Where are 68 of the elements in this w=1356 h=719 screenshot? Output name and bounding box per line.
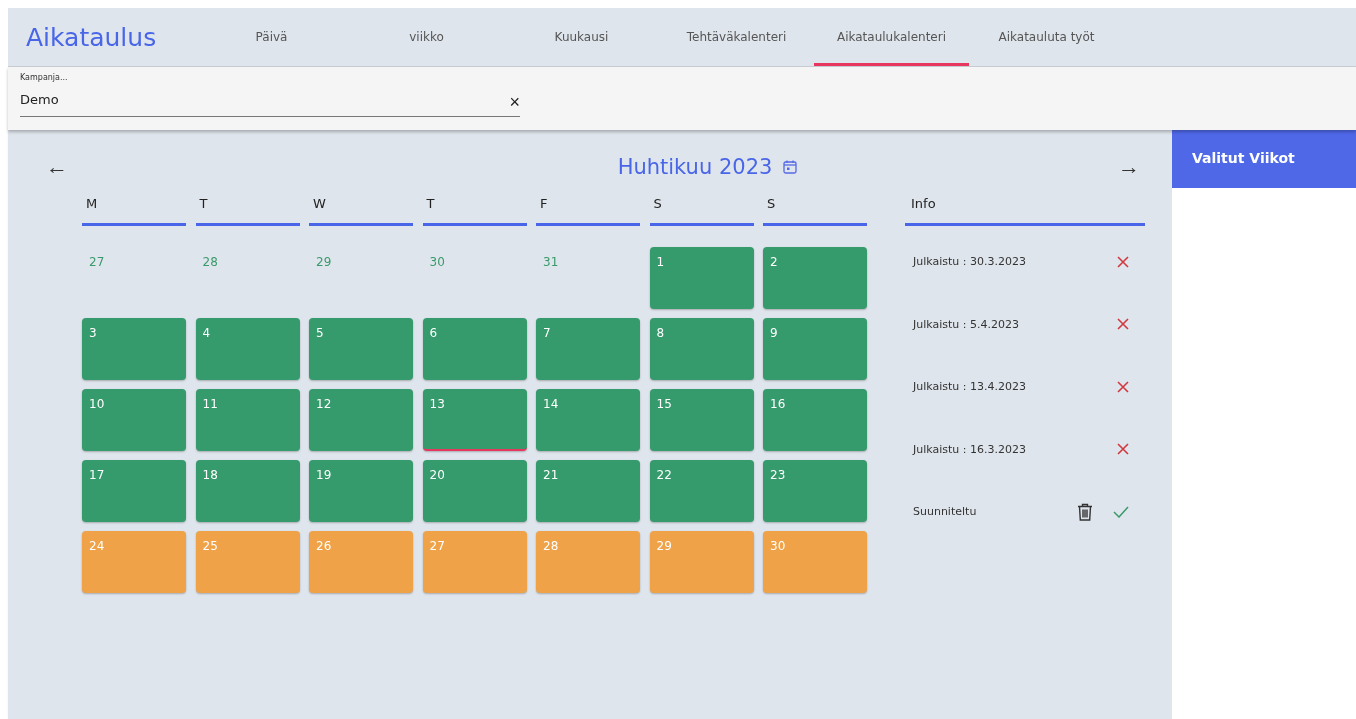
- nav-tab[interactable]: Päivä: [194, 8, 349, 66]
- day-cell[interactable]: 22: [649, 460, 754, 522]
- day-cell[interactable]: 20: [422, 460, 527, 522]
- nav-tab[interactable]: viikko: [349, 8, 504, 66]
- day-cell[interactable]: 31: [536, 247, 640, 309]
- previous-button[interactable]: ←: [42, 154, 72, 180]
- weekday-header: T: [195, 190, 300, 226]
- info-text: Julkaistu : 5.4.2023: [913, 317, 1019, 331]
- day-cell[interactable]: 6: [422, 318, 527, 380]
- next-button[interactable]: →: [1114, 154, 1144, 180]
- day-cell[interactable]: 10: [82, 389, 186, 451]
- day-cell[interactable]: 30: [422, 247, 527, 309]
- weekday-header: M: [82, 190, 186, 226]
- weekday-header: S: [763, 190, 867, 226]
- day-cell[interactable]: 16: [763, 389, 867, 451]
- day-cell[interactable]: 1: [649, 247, 754, 309]
- day-cell[interactable]: 15: [649, 389, 754, 451]
- day-cell[interactable]: 11: [195, 389, 300, 451]
- day-cell[interactable]: 17: [82, 460, 186, 522]
- day-cell[interactable]: 28: [536, 531, 640, 593]
- month-title: Huhtikuu 2023: [617, 155, 773, 179]
- nav-tab[interactable]: Aikatauluta työt: [969, 8, 1124, 66]
- day-cell[interactable]: 24: [82, 531, 186, 593]
- trash-icon[interactable]: [1077, 502, 1093, 521]
- day-cell[interactable]: 2: [763, 247, 867, 309]
- info-text: Suunniteltu: [913, 505, 977, 519]
- field-value: Demo: [20, 91, 59, 107]
- app-title: Aikataulus: [25, 21, 158, 54]
- day-cell[interactable]: 29: [309, 247, 413, 309]
- nav-tab[interactable]: Tehtäväkalenteri: [659, 8, 814, 66]
- day-cell[interactable]: 14: [536, 389, 640, 451]
- day-cell[interactable]: 8: [649, 318, 754, 380]
- info-text: Julkaistu : 30.3.2023: [913, 255, 1026, 269]
- check-icon[interactable]: [1113, 505, 1129, 518]
- info-text: Julkaistu : 13.4.2023: [913, 380, 1026, 394]
- day-cell[interactable]: 12: [309, 389, 413, 451]
- day-cell[interactable]: 21: [536, 460, 640, 522]
- weekday-header: W: [309, 190, 413, 226]
- close-icon[interactable]: [1117, 443, 1129, 456]
- day-cell[interactable]: 27: [82, 247, 186, 309]
- close-icon[interactable]: [1117, 380, 1129, 393]
- weekday-header: F: [536, 190, 640, 226]
- close-icon[interactable]: [1117, 318, 1129, 331]
- day-cell[interactable]: 27: [422, 531, 527, 593]
- day-cell[interactable]: 13: [422, 389, 527, 451]
- day-cell[interactable]: 18: [195, 460, 300, 522]
- close-icon[interactable]: [1117, 255, 1129, 268]
- weekday-header: S: [649, 190, 754, 226]
- day-cell[interactable]: 5: [309, 318, 413, 380]
- day-cell[interactable]: 29: [649, 531, 754, 593]
- day-cell[interactable]: 26: [309, 531, 413, 593]
- panel-header: Valitut Viikot: [1172, 130, 1356, 188]
- field-label: Kampanja...: [20, 73, 69, 82]
- info-heading: Info: [905, 190, 1145, 226]
- day-cell[interactable]: 3: [82, 318, 186, 380]
- day-cell[interactable]: 28: [195, 247, 300, 309]
- day-cell[interactable]: 23: [763, 460, 867, 522]
- weekday-header: T: [422, 190, 527, 226]
- day-cell[interactable]: 30: [763, 531, 867, 593]
- day-cell[interactable]: 9: [763, 318, 867, 380]
- day-cell[interactable]: 7: [536, 318, 640, 380]
- day-cell[interactable]: 4: [195, 318, 300, 380]
- day-cell[interactable]: 25: [195, 531, 300, 593]
- clear-button[interactable]: ×: [509, 91, 520, 113]
- calendar-icon[interactable]: [782, 159, 799, 175]
- info-text: Julkaistu : 16.3.2023: [913, 442, 1026, 456]
- day-cell[interactable]: 19: [309, 460, 413, 522]
- nav-tab[interactable]: Kuukausi: [504, 8, 659, 66]
